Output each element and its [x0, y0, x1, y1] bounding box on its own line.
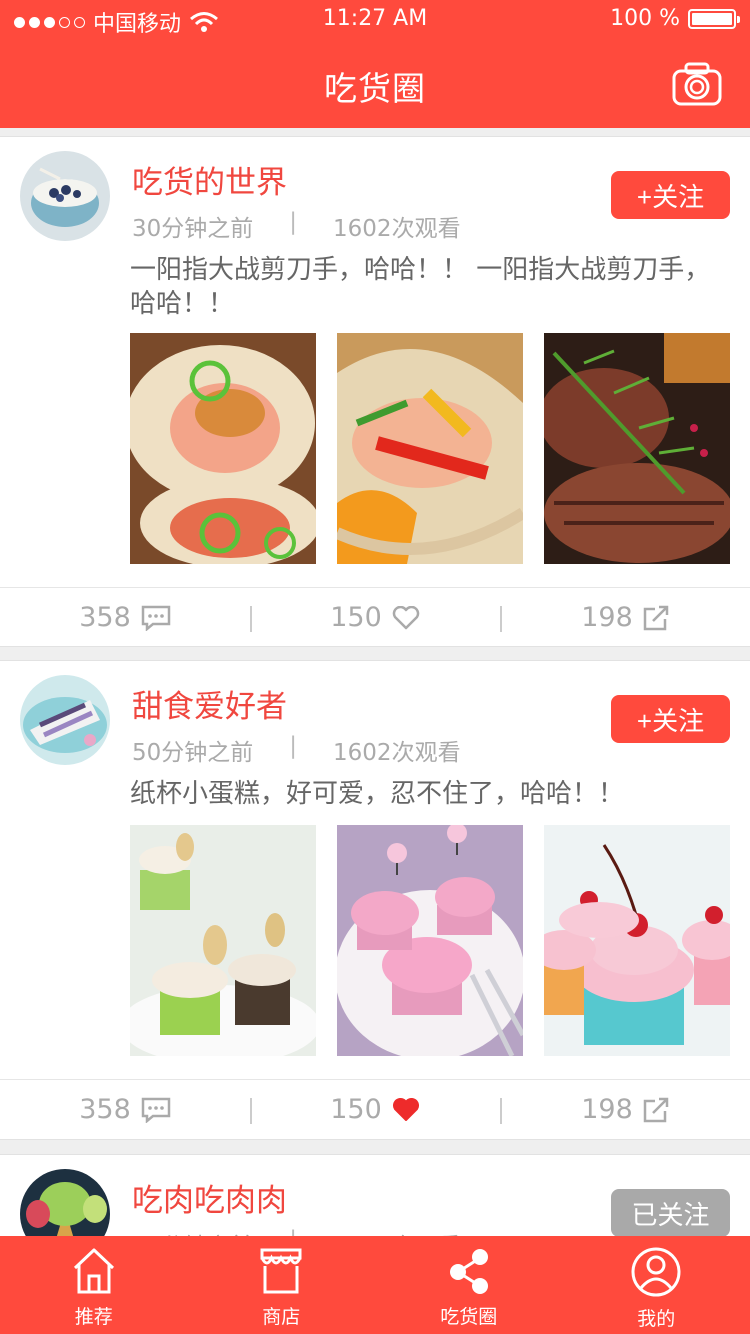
app-screen: 中国移动 11:27 AM 100 % 吃货圈 吃货的世界 30分钟之前 | 1…: [0, 0, 750, 1334]
tab-profile[interactable]: 我的: [563, 1236, 750, 1334]
like-count: 150: [330, 602, 382, 633]
battery-fill: [692, 12, 732, 25]
post-card: 吃货的世界 30分钟之前 | 1602次观看 +关注 一阳指大战剪刀手，哈哈！！…: [0, 136, 750, 647]
follow-button[interactable]: +关注: [611, 171, 730, 219]
author-name[interactable]: 吃货的世界: [132, 157, 287, 202]
post-image[interactable]: [544, 333, 730, 564]
post-text: 纸杯小蛋糕，好可爱，忍不住了，哈哈！！: [130, 779, 625, 809]
heart-filled-icon: [392, 1097, 419, 1121]
post-images: [130, 333, 730, 564]
post-image[interactable]: [130, 825, 316, 1056]
comment-icon: [141, 1097, 171, 1123]
post-image[interactable]: [337, 825, 523, 1056]
camera-icon[interactable]: [672, 62, 722, 106]
battery-label: 100 %: [610, 6, 680, 31]
like-count: 150: [330, 1094, 382, 1125]
post-image[interactable]: [337, 333, 523, 564]
comment-count: 358: [79, 1094, 131, 1125]
status-bar: 中国移动 11:27 AM 100 %: [0, 0, 750, 40]
avatar[interactable]: [20, 151, 110, 241]
page-title: 吃货圈: [324, 69, 426, 108]
post-image[interactable]: [130, 333, 316, 564]
heart-outline-icon: [392, 605, 420, 629]
post-meta: 50分钟之前 | 1602次观看: [132, 733, 461, 767]
tab-label: 推荐: [74, 1306, 113, 1328]
status-right: 100 %: [610, 6, 740, 31]
avatar[interactable]: [20, 675, 110, 765]
followed-button[interactable]: 已关注: [611, 1189, 730, 1237]
post-images: [130, 825, 730, 1056]
tab-store[interactable]: 商店: [188, 1236, 376, 1334]
comment-icon: [141, 605, 171, 631]
user-icon: [631, 1247, 681, 1297]
top-bar: 中国移动 11:27 AM 100 % 吃货圈: [0, 0, 750, 128]
like-button[interactable]: 150: [250, 1080, 500, 1139]
tab-bar: 推荐 商店 吃货圈 我的: [0, 1236, 750, 1334]
follow-button[interactable]: +关注: [611, 695, 730, 743]
tab-foodie-circle[interactable]: 吃货圈: [375, 1236, 563, 1334]
like-button[interactable]: 150: [250, 588, 500, 647]
view-count: 1602次观看: [333, 216, 461, 242]
meta-divider: |: [289, 209, 298, 235]
share-count: 198: [581, 1094, 633, 1125]
share-icon: [643, 605, 669, 630]
comment-button[interactable]: 358: [0, 588, 250, 647]
share-nodes-icon: [449, 1249, 488, 1294]
tab-label: 商店: [262, 1306, 301, 1328]
post-image[interactable]: [544, 825, 730, 1056]
post-meta: 30分钟之前 | 1602次观看: [132, 209, 461, 243]
share-button[interactable]: 198: [500, 1080, 750, 1139]
tab-label: 吃货圈: [440, 1306, 498, 1328]
post-actions: 358 150 198: [0, 1079, 750, 1139]
tab-recommend[interactable]: 推荐: [0, 1236, 188, 1334]
home-icon: [73, 1248, 114, 1294]
comment-button[interactable]: 358: [0, 1080, 250, 1139]
meta-divider: |: [289, 733, 298, 759]
share-icon: [643, 1097, 669, 1122]
post-actions: 358 150 198: [0, 587, 750, 647]
post-card: 甜食爱好者 50分钟之前 | 1602次观看 +关注 纸杯小蛋糕，好可爱，忍不住…: [0, 660, 750, 1140]
author-name[interactable]: 甜食爱好者: [132, 681, 287, 726]
post-time: 30分钟之前: [132, 216, 254, 242]
post-text: 一阳指大战剪刀手，哈哈！！ 一阳指大战剪刀手，哈哈！！: [130, 255, 711, 319]
post-time: 50分钟之前: [132, 740, 254, 766]
store-icon: [260, 1248, 302, 1294]
author-name[interactable]: 吃肉吃肉肉: [132, 1175, 287, 1220]
tab-label: 我的: [637, 1308, 676, 1330]
battery-icon: [688, 8, 740, 29]
share-count: 198: [581, 602, 633, 633]
avatar-image: [20, 675, 110, 765]
avatar-image: [20, 151, 110, 241]
view-count: 1602次观看: [333, 740, 461, 766]
comment-count: 358: [79, 602, 131, 633]
share-button[interactable]: 198: [500, 588, 750, 647]
